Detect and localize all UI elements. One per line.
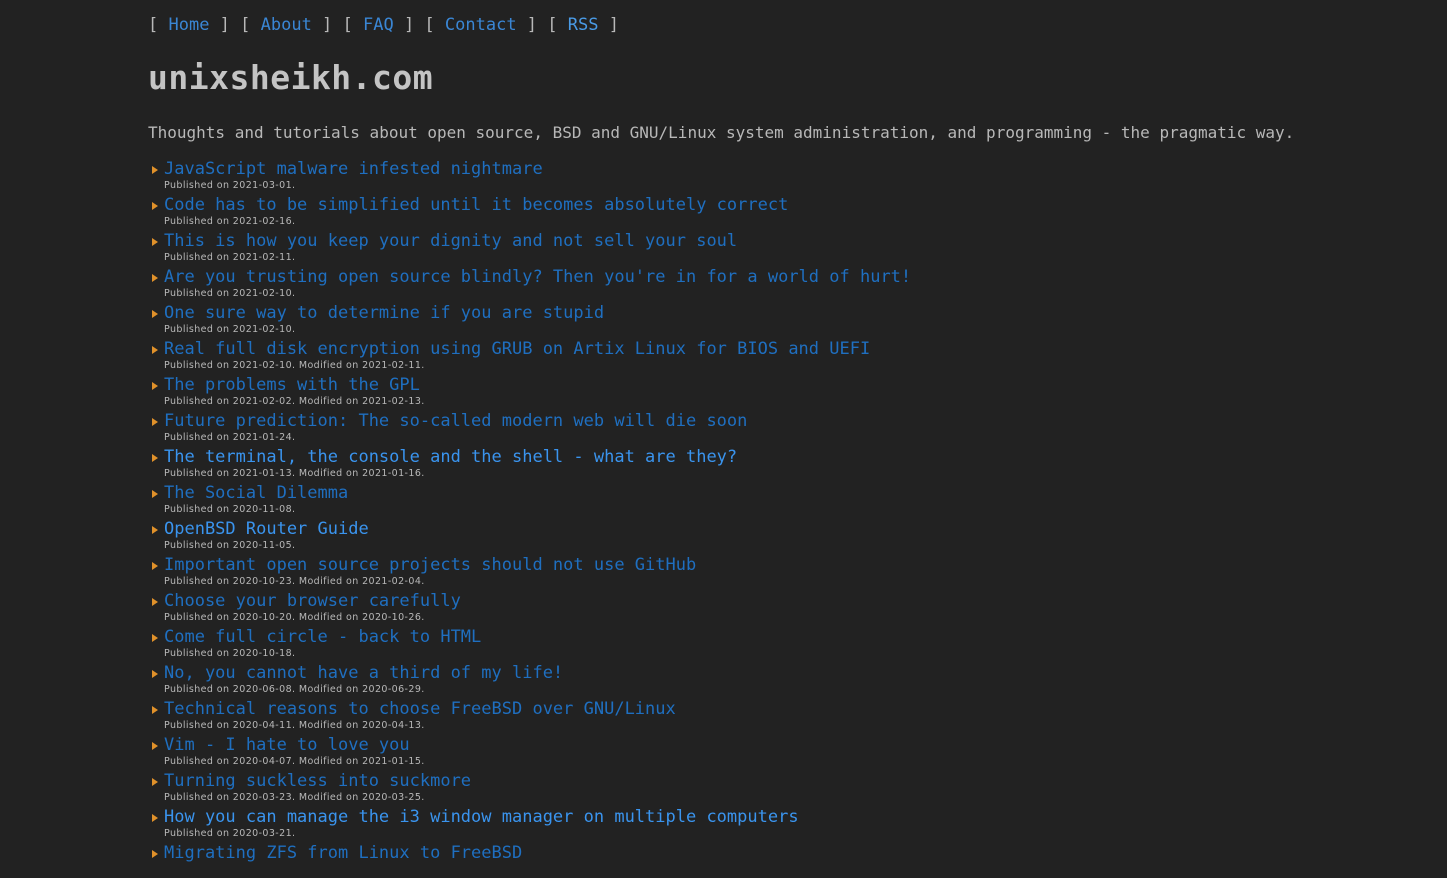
post-date: Published on 2020-11-05. [164,540,296,551]
nav-link-rss[interactable]: RSS [568,15,599,35]
post-date: Published on 2021-02-02. Modified on 202… [164,396,425,407]
post-title-link[interactable]: Vim - I hate to love you [164,734,1408,756]
post-date: Published on 2021-02-10. [164,324,296,335]
post-list-item: The problems with the GPL Published on 20… [148,374,1408,410]
triangle-bullet-icon [152,670,158,678]
post-list-item: Code has to be simplified until it becom… [148,194,1408,230]
top-nav: [ Home ] [ About ] [ FAQ ] [ Contact ] [… [148,12,1408,38]
triangle-bullet-icon [152,634,158,642]
post-title-link[interactable]: JavaScript malware infested nightmare [164,158,1408,180]
post-title-link[interactable]: This is how you keep your dignity and no… [164,230,1408,252]
post-date: Published on 2020-03-23. Modified on 202… [164,792,425,803]
triangle-bullet-icon [152,310,158,318]
nav-bracket: ] [ [516,15,568,35]
post-title-link[interactable]: Migrating ZFS from Linux to FreeBSD [164,842,1408,864]
triangle-bullet-icon [152,598,158,606]
triangle-bullet-icon [152,346,158,354]
triangle-bullet-icon [152,814,158,822]
triangle-bullet-icon [152,418,158,426]
post-date: Published on 2021-02-16. [164,216,296,227]
triangle-bullet-icon [152,526,158,534]
post-date: Published on 2021-01-13. Modified on 202… [164,468,425,479]
nav-link-about[interactable]: About [261,15,312,35]
post-title-link[interactable]: No, you cannot have a third of my life! [164,662,1408,684]
nav-bracket: ] [598,15,619,35]
post-title-link[interactable]: Future prediction: The so-called modern … [164,410,1408,432]
post-title-link[interactable]: One sure way to determine if you are stu… [164,302,1408,324]
triangle-bullet-icon [152,382,158,390]
nav-link-faq[interactable]: FAQ [363,15,394,35]
post-date: Published on 2021-02-10. [164,288,296,299]
nav-bracket: [ [148,15,169,35]
post-title-link[interactable]: Code has to be simplified until it becom… [164,194,1408,216]
post-date: Published on 2020-10-18. [164,648,296,659]
post-date: Published on 2021-02-10. Modified on 202… [164,360,425,371]
post-list-item: Are you trusting open source blindly? Th… [148,266,1408,302]
post-date: Published on 2020-04-07. Modified on 202… [164,756,425,767]
post-date: Published on 2020-06-08. Modified on 202… [164,684,425,695]
post-title-link[interactable]: How you can manage the i3 window manager… [164,806,1408,828]
nav-link-home[interactable]: Home [168,15,209,35]
post-list-item: Real full disk encryption using GRUB on … [148,338,1408,374]
post-list-item: No, you cannot have a third of my life! P… [148,662,1408,698]
site-title: unixsheikh.com [148,58,434,97]
site-tagline: Thoughts and tutorials about open source… [148,123,1295,142]
triangle-bullet-icon [152,238,158,246]
post-date: Published on 2021-02-11. [164,252,296,263]
post-title-link[interactable]: The terminal, the console and the shell … [164,446,1408,468]
post-title-link[interactable]: Turning suckless into suckmore [164,770,1408,792]
post-title-link[interactable]: OpenBSD Router Guide [164,518,1408,540]
triangle-bullet-icon [152,562,158,570]
nav-bracket: ] [ [393,15,445,35]
post-date: Published on 2020-03-21. [164,828,296,839]
page-content: [ Home ] [ About ] [ FAQ ] [ Contact ] [… [148,12,1408,878]
post-list-item: Important open source projects should no… [148,554,1408,590]
nav-bracket: ] [ [311,15,363,35]
post-title-link[interactable]: The problems with the GPL [164,374,1408,396]
post-title-link[interactable]: Important open source projects should no… [164,554,1408,576]
post-list: JavaScript malware infested nightmare Pub… [148,158,1408,878]
nav-link-contact[interactable]: Contact [445,15,517,35]
post-list-item: The Social Dilemma Published on 2020-11-0… [148,482,1408,518]
triangle-bullet-icon [152,202,158,210]
triangle-bullet-icon [152,274,158,282]
post-list-item: Turning suckless into suckmore Published … [148,770,1408,806]
triangle-bullet-icon [152,454,158,462]
post-title-link[interactable]: The Social Dilemma [164,482,1408,504]
post-date: Published on 2020-04-11. Modified on 202… [164,720,425,731]
post-list-item: This is how you keep your dignity and no… [148,230,1408,266]
post-date: Published on 2020-10-20. Modified on 202… [164,612,425,623]
post-title-link[interactable]: Technical reasons to choose FreeBSD over… [164,698,1408,720]
post-title-link[interactable]: Are you trusting open source blindly? Th… [164,266,1408,288]
post-list-item: The terminal, the console and the shell … [148,446,1408,482]
triangle-bullet-icon [152,850,158,858]
post-list-item: OpenBSD Router Guide Published on 2020-11… [148,518,1408,554]
triangle-bullet-icon [152,778,158,786]
triangle-bullet-icon [152,490,158,498]
post-title-link[interactable]: Real full disk encryption using GRUB on … [164,338,1408,360]
triangle-bullet-icon [152,742,158,750]
post-list-item: Migrating ZFS from Linux to FreeBSD [148,842,1408,878]
post-list-item: Technical reasons to choose FreeBSD over… [148,698,1408,734]
post-list-item: Choose your browser carefully Published o… [148,590,1408,626]
post-list-item: JavaScript malware infested nightmare Pub… [148,158,1408,194]
post-title-link[interactable]: Choose your browser carefully [164,590,1408,612]
post-date: Published on 2020-11-08. [164,504,296,515]
post-date: Published on 2020-10-23. Modified on 202… [164,576,425,587]
post-date: Published on 2021-03-01. [164,180,296,191]
post-date: Published on 2021-01-24. [164,432,296,443]
post-list-item: One sure way to determine if you are stu… [148,302,1408,338]
post-list-item: Come full circle - back to HTML Published… [148,626,1408,662]
post-list-item: Vim - I hate to love you Published on 202… [148,734,1408,770]
post-list-item: Future prediction: The so-called modern … [148,410,1408,446]
post-title-link[interactable]: Come full circle - back to HTML [164,626,1408,648]
triangle-bullet-icon [152,166,158,174]
post-list-item: How you can manage the i3 window manager… [148,806,1408,842]
triangle-bullet-icon [152,706,158,714]
nav-bracket: ] [ [209,15,261,35]
